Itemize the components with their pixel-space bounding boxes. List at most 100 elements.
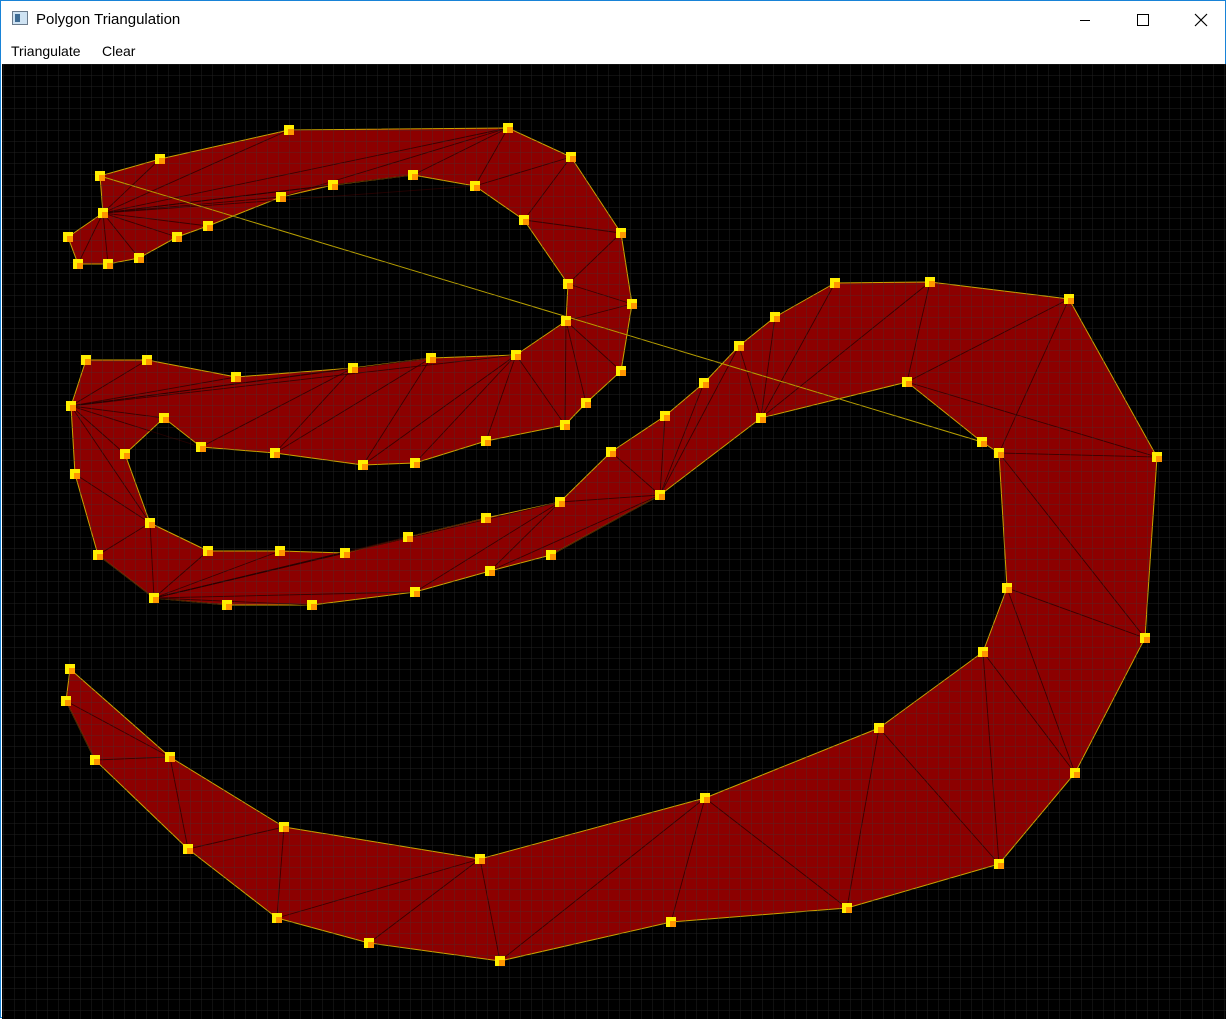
polygon-vertex [149,593,159,603]
polygon-vertex [203,221,213,231]
polygon-vertex [340,548,350,558]
vertex-marker-inner [94,759,100,765]
polygon-vertex [95,171,105,181]
polygon-vertex [977,437,987,447]
polygon-vertex [475,854,485,864]
minimize-button[interactable] [1056,1,1114,39]
polygon-vertex [410,587,420,597]
polygon-vertex [1152,452,1162,462]
polygon-vertex [699,378,709,388]
vertex-marker-inner [226,604,232,610]
vertex-marker-inner [998,452,1004,458]
polygon-vertex [272,913,282,923]
polygon-vertex [519,215,529,225]
vertex-marker-inner [276,917,282,923]
grid [2,64,1226,1019]
menu-item-triangulate[interactable]: Triangulate [9,43,83,59]
polygon-vertex [98,208,108,218]
vertex-marker-inner [124,453,130,459]
vertex-marker-inner [187,848,193,854]
polygon-vertex [145,518,155,528]
vertex-marker-inner [107,263,113,269]
polygon-vertex [616,228,626,238]
polygon-vertex [627,299,637,309]
vertex-marker-inner [585,402,591,408]
vertex-marker-inner [176,236,182,242]
vertex-marker-inner [430,357,436,363]
vertex-marker-inner [235,376,241,382]
polygon-vertex [925,277,935,287]
polygon-vertex [481,513,491,523]
polygon-vertex [830,278,840,288]
vertex-marker-inner [207,550,213,556]
vertex-marker-inner [65,700,71,706]
polygon-vertex [566,152,576,162]
vertex-marker-inner [74,473,80,479]
vertex-marker-inner [77,263,83,269]
close-icon [1194,13,1208,27]
vertex-marker-inner [352,367,358,373]
vertex-marker-inner [159,158,165,164]
vertex-marker-inner [760,417,766,423]
polygon-vertex [270,448,280,458]
vertex-marker-inner [274,452,280,458]
polygon-vertex [666,917,676,927]
vertex-marker-inner [332,184,338,190]
polygon-vertex [159,413,169,423]
vertex-marker-inner [138,257,144,263]
vertex-marker-inner [738,345,744,351]
polygon-vertex [470,181,480,191]
polygon-vertex [196,442,206,452]
vertex-marker-inner [620,370,626,376]
vertex-marker-inner [659,494,665,500]
vertex-marker-inner [414,591,420,597]
vertex-marker-inner [565,320,571,326]
menu-item-clear[interactable]: Clear [100,43,137,59]
vertex-marker-inner [479,858,485,864]
polygon-vertex [103,259,113,269]
polygon-vertex [73,259,83,269]
vertex-marker-inner [878,727,884,733]
polygon-vertex [70,469,80,479]
polygon-vertex [403,532,413,542]
polygon-vertex [560,420,570,430]
polygon-vertex [279,822,289,832]
drawing-canvas[interactable] [2,64,1226,1019]
polygon-vertex [142,355,152,365]
vertex-marker-inner [280,196,286,202]
vertex-marker-inner [1074,772,1080,778]
vertex-marker-inner [99,175,105,181]
polygon-vertex [485,566,495,576]
vertex-marker-inner [368,942,374,948]
app-window: Polygon Triangulation Triangulate Clear [0,0,1226,1019]
vertex-marker-inner [570,156,576,162]
polygon-vertex [183,844,193,854]
vertex-marker-inner [69,668,75,674]
polygon-vertex [65,664,75,674]
polygon-vertex [606,447,616,457]
polygon-vertex [307,600,317,610]
vertex-marker-inner [412,174,418,180]
polygon-vertex [874,723,884,733]
close-button[interactable] [1172,1,1226,39]
polygon-vertex [655,490,665,500]
polygon-vertex [1070,768,1080,778]
polygon-vertex [426,353,436,363]
polygon-vertex [348,363,358,373]
polygon-vertex [700,793,710,803]
vertex-marker-inner [550,554,556,560]
polygon-vertex [616,366,626,376]
window-title: Polygon Triangulation [36,11,181,28]
vertex-marker-inner [489,570,495,576]
polygon-vertex [66,401,76,411]
vertex-marker-inner [474,185,480,191]
maximize-button[interactable] [1114,1,1172,39]
vertex-marker-inner [485,440,491,446]
vertex-marker-inner [670,921,676,927]
vertex-marker-inner [620,232,626,238]
vertex-marker-inner [149,522,155,528]
vertex-marker-inner [102,212,108,218]
vertex-marker-inner [163,417,169,423]
vertex-marker-inner [207,225,213,231]
vertex-marker-inner [982,651,988,657]
